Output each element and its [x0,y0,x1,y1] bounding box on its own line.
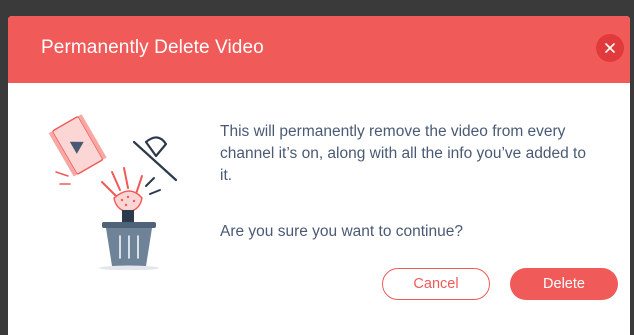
close-button[interactable] [596,34,624,62]
hand-icon [101,167,161,224]
film-strip-icon [48,114,107,177]
close-icon [605,43,615,53]
cancel-button[interactable]: Cancel [382,268,490,300]
dialog-header: Permanently Delete Video [8,16,630,83]
trash-can-icon [99,222,159,270]
dialog-title: Permanently Delete Video [41,37,264,58]
dialog-question: Are you sure you want to continue? [220,223,463,240]
delete-video-dialog: Permanently Delete Video This will perma… [8,16,630,335]
delete-button[interactable]: Delete [510,268,618,300]
trash-delete-video-icon [48,114,178,270]
dialog-message: This will permanently remove the video f… [220,123,586,184]
tag-icon [132,136,178,182]
